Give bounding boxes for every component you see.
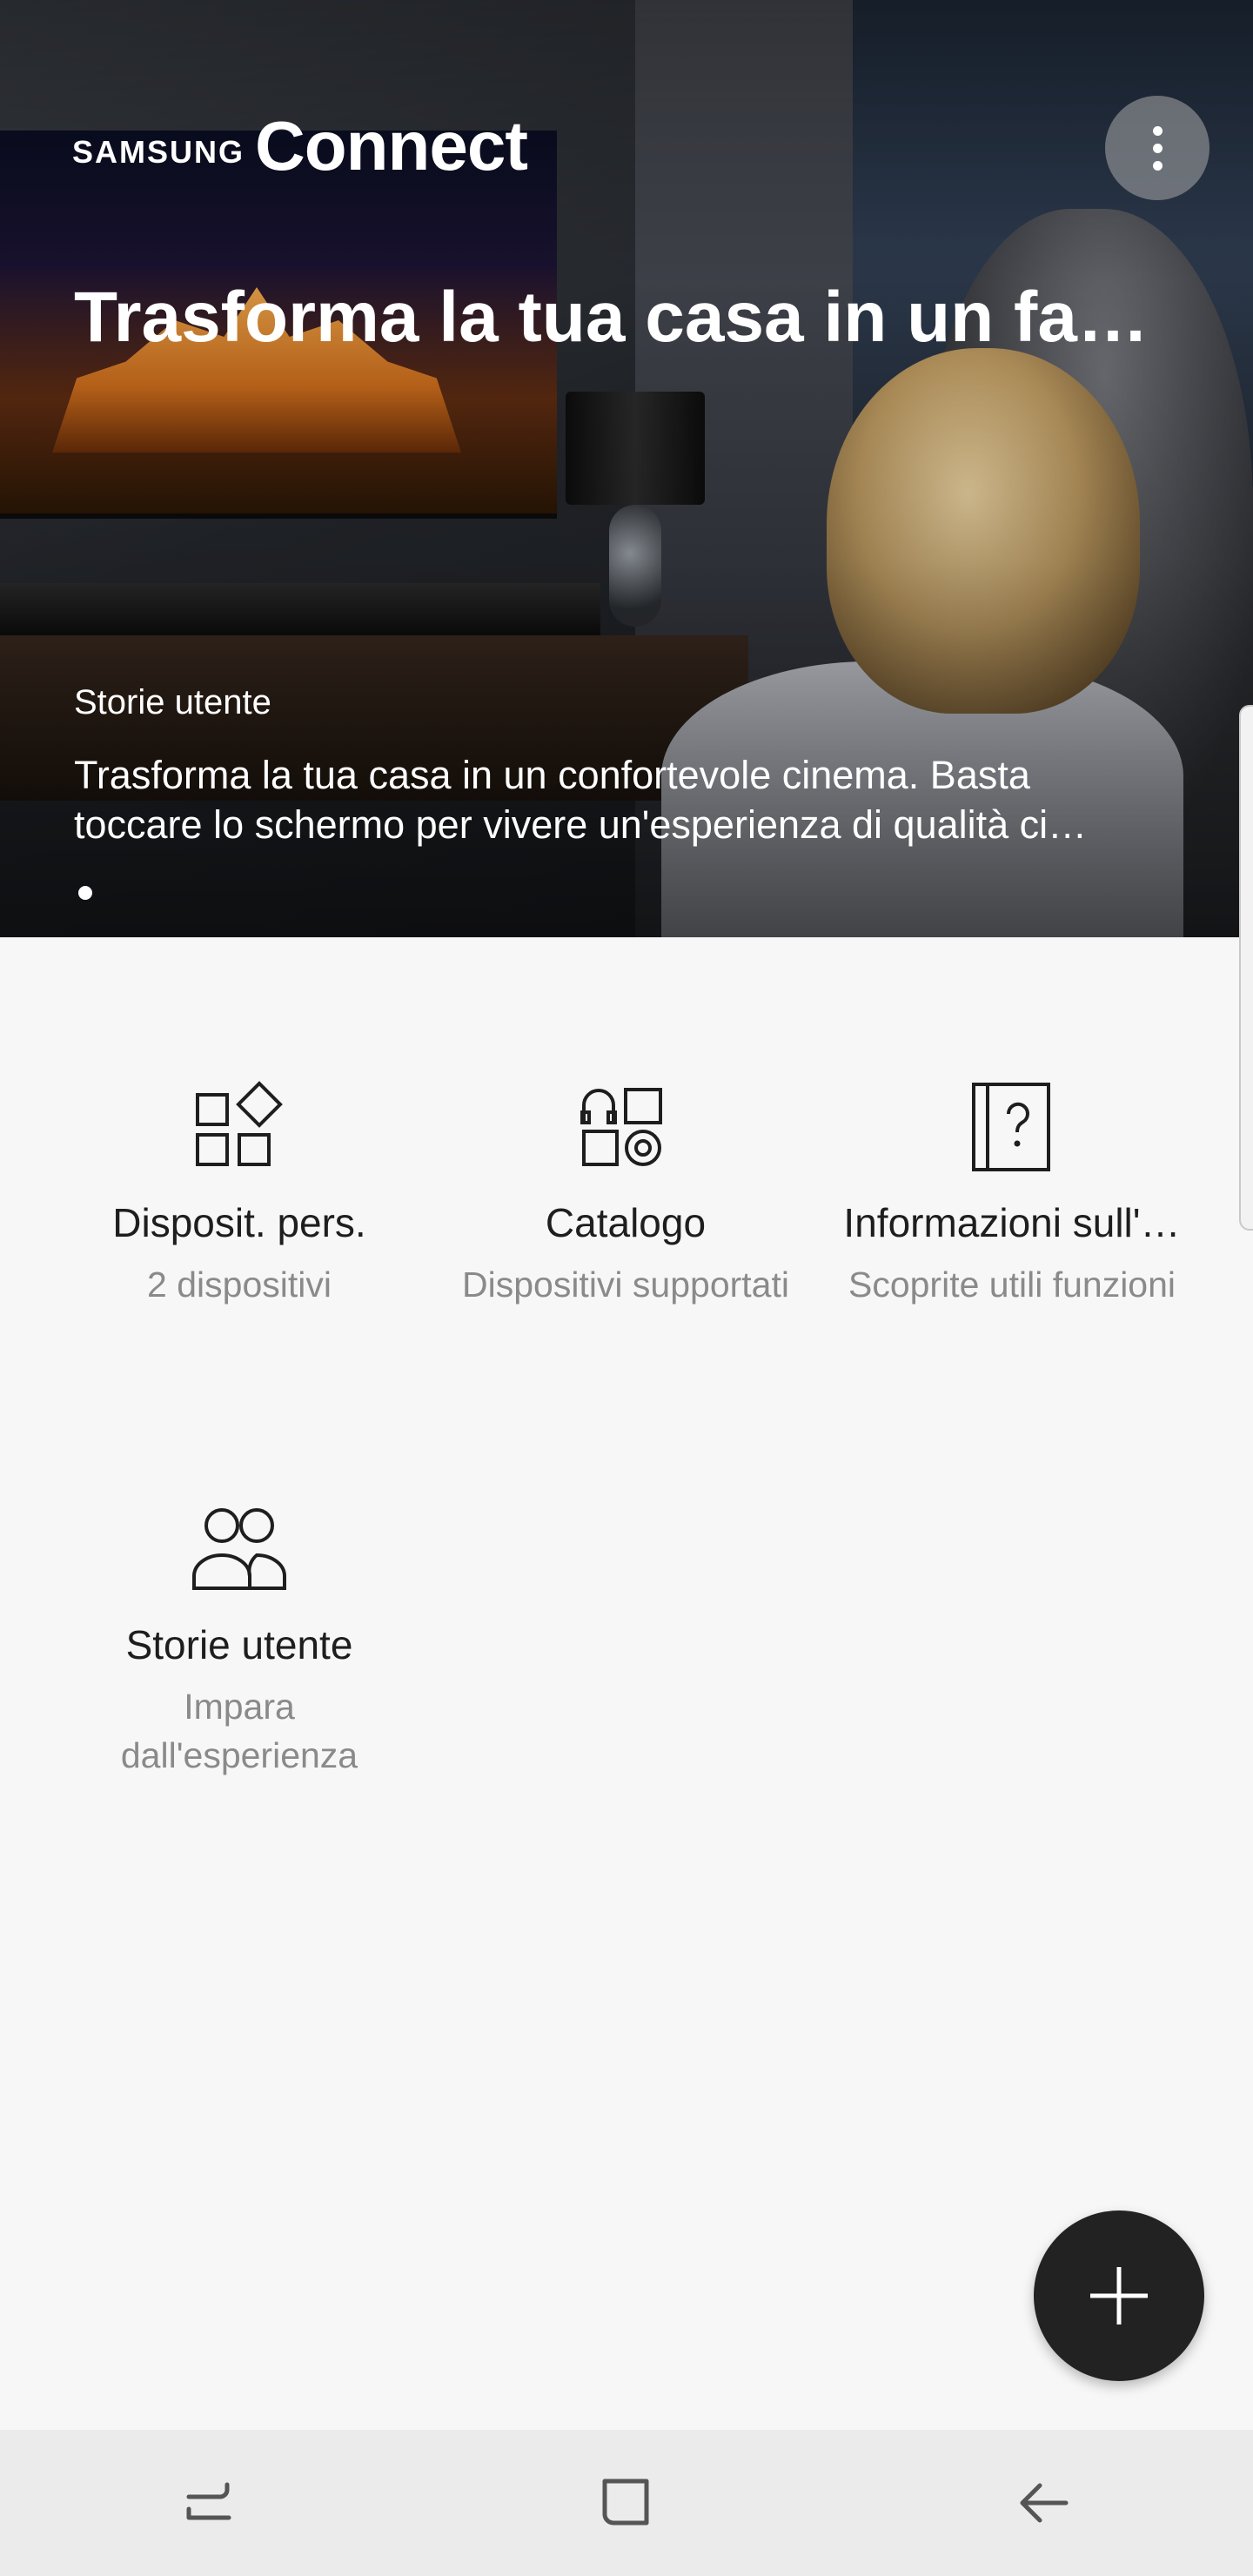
tile-subtitle: 2 dispositivi [147, 1265, 332, 1305]
more-options-button[interactable] [1105, 96, 1209, 200]
tile-information[interactable]: Informazioni sull'… Scoprite utili funzi… [819, 1079, 1205, 1309]
system-navigation-bar [0, 2430, 1253, 2576]
brand-connect: Connect [255, 107, 528, 184]
tile-subtitle: Impara dall'esperienza [46, 1682, 432, 1780]
hero-category: Storie utente [74, 683, 271, 721]
tile-title: Informazioni sull'… [843, 1200, 1181, 1245]
brand-samsung: SAMSUNG [72, 134, 245, 170]
app-logo: SAMSUNG Connect [72, 107, 528, 184]
recents-button[interactable] [157, 2451, 261, 2555]
hero-banner[interactable]: SAMSUNG Connect Trasforma la tua casa in… [0, 0, 1253, 937]
recents-icon [186, 2482, 231, 2520]
tile-my-devices[interactable]: Disposit. pers. 2 dispositivi [46, 1079, 432, 1309]
more-options-icon-dot [1152, 125, 1163, 136]
hero-description-line: Trasforma la tua casa in un confortevole… [74, 753, 1030, 797]
carousel-page-indicator [78, 886, 92, 900]
tile-subtitle-line: dall'esperienza [120, 1735, 358, 1775]
tile-subtitle: Dispositivi supportati [462, 1265, 789, 1305]
tile-subtitle-line: Impara [184, 1687, 295, 1727]
plus-icon [1090, 2267, 1148, 2324]
users-icon [192, 1508, 286, 1590]
edge-panel-handle[interactable] [1239, 705, 1253, 1231]
hero-title: Trasforma la tua casa in un fa… [74, 278, 1149, 357]
catalog-icon [580, 1088, 662, 1166]
tile-subtitle: Scoprite utili funzioni [848, 1265, 1176, 1305]
hero-description-line: toccare lo schermo per vivere un'esperie… [74, 802, 1088, 847]
hero-description: Trasforma la tua casa in un confortevole… [74, 750, 1179, 849]
tile-title: Disposit. pers. [112, 1200, 366, 1245]
tile-title: Storie utente [125, 1622, 353, 1667]
home-icon [602, 2479, 649, 2526]
back-button[interactable] [992, 2451, 1096, 2555]
back-icon [1020, 2483, 1069, 2523]
more-options-icon-dot [1152, 143, 1163, 153]
home-button[interactable] [574, 2451, 679, 2555]
add-device-button[interactable] [1034, 2210, 1204, 2381]
tile-title: Catalogo [545, 1200, 707, 1245]
tile-catalog[interactable]: Catalogo Dispositivi supportati [432, 1079, 819, 1309]
help-book-icon [972, 1083, 1050, 1171]
tile-user-stories[interactable]: Storie utente Impara dall'esperienza [46, 1501, 432, 1780]
more-options-icon-dot [1152, 160, 1163, 171]
devices-icon [196, 1081, 283, 1166]
